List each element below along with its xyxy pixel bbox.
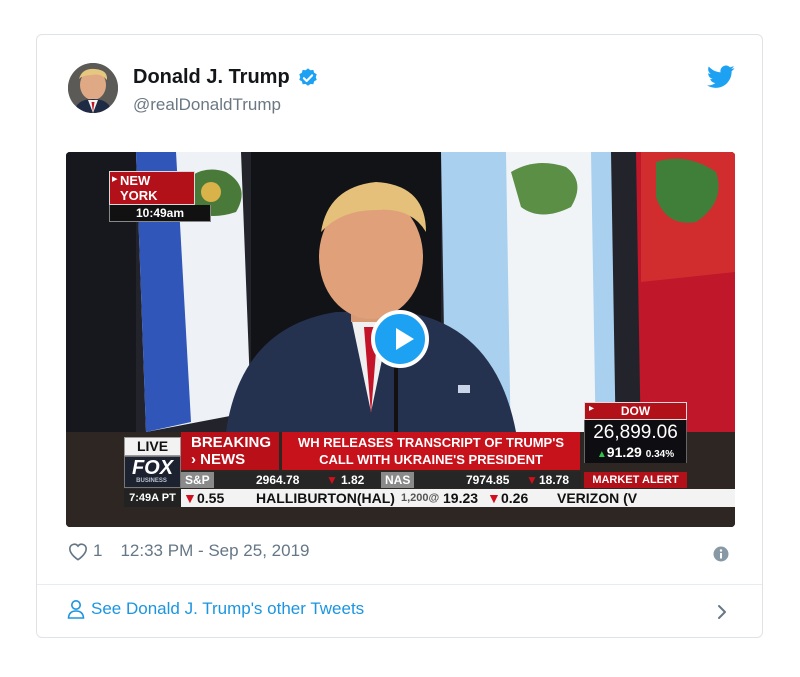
tweet-timestamp[interactable]: 12:33 PM - Sep 25, 2019 [120, 541, 309, 561]
tweet-card: Donald J. Trump @realDonaldTrump ▸ NEW Y… [36, 34, 763, 638]
breaking-news-box: BREAKING › NEWS [181, 432, 279, 470]
stock-qty: 1,200@ [401, 492, 440, 504]
dow-change: 91.29 [606, 444, 642, 460]
breaking-line1: BREAKING [191, 434, 272, 451]
dow-change-pct: 0.34% [645, 449, 675, 460]
stock-change: 0.26 [501, 490, 529, 506]
play-button[interactable] [371, 310, 429, 368]
like-count[interactable]: 1 [93, 541, 102, 561]
nas-value: 7974.85 [466, 473, 510, 487]
nas-change: 18.78 [539, 473, 570, 487]
other-tweets-label[interactable]: See Donald J. Trump's other Tweets [91, 599, 364, 619]
stock-price: 19.23 [443, 490, 479, 506]
location-time: 10:49am [109, 205, 211, 222]
author-name[interactable]: Donald J. Trump [133, 66, 290, 89]
headline-line1: WH RELEASES TRANSCRIPT OF TRUMP'S [298, 435, 564, 450]
lead-down-icon: ▼ [183, 490, 197, 506]
dow-label: DOW [584, 402, 687, 420]
info-icon[interactable] [713, 546, 729, 562]
breaking-line2: › NEWS [191, 451, 246, 468]
sp-value: 2964.78 [256, 473, 300, 487]
stock-down-icon: ▼ [487, 490, 501, 506]
ticker-stocks: ▼ 0.55 HALLIBURTON(HAL) 1,200@ 19.23 ▼ 0… [181, 489, 735, 507]
stock-name: HALLIBURTON(HAL) [256, 490, 395, 506]
headline-box: WH RELEASES TRANSCRIPT OF TRUMP'S CALL W… [282, 432, 580, 470]
author-handle[interactable]: @realDonaldTrump [133, 95, 281, 115]
author-name-row[interactable]: Donald J. Trump [133, 66, 319, 89]
sp-label: S&P [181, 472, 214, 488]
dow-change-row: ▲91.29 0.34% [584, 444, 687, 463]
tweet-meta: 1 12:33 PM - Sep 25, 2019 [67, 541, 310, 561]
location-label: NEW YORK [109, 171, 195, 205]
location-tag: NEW YORK 10:49am [109, 171, 211, 222]
heart-icon[interactable] [67, 541, 89, 561]
sp-change: 1.82 [341, 473, 365, 487]
market-alert-label: MARKET ALERT [584, 472, 687, 488]
divider [37, 584, 762, 585]
sp-down-icon: ▼ [326, 473, 338, 487]
live-label: LIVE [124, 437, 181, 456]
other-tweets-link[interactable]: See Donald J. Trump's other Tweets [67, 599, 364, 619]
nas-label: NAS [381, 472, 415, 488]
video-player[interactable]: NEW YORK 10:49am DOW 26,899.06 ▲91.29 0.… [66, 152, 735, 527]
twitter-bird-icon[interactable] [707, 65, 735, 89]
headline-line2: CALL WITH UKRAINE'S PRESIDENT [319, 452, 543, 467]
person-icon [67, 600, 85, 619]
dow-box: DOW 26,899.06 ▲91.29 0.34% [584, 402, 687, 463]
dow-value: 26,899.06 [584, 420, 687, 444]
nas-down-icon: ▼ [526, 473, 538, 487]
avatar[interactable] [68, 63, 118, 113]
up-arrow-icon: ▲ [596, 449, 607, 460]
lead-change: 0.55 [197, 490, 225, 506]
fox-business-label: BUSINESS [136, 478, 167, 484]
verified-badge-icon [298, 67, 317, 86]
chevron-right-icon[interactable] [715, 602, 729, 622]
ticker-indices: S&P 2964.78 ▼ 1.82 NAS 7974.85 ▼ 18.78 [181, 472, 581, 488]
clock-label: 7:49A PT [124, 489, 181, 507]
next-stock: VERIZON (V [557, 490, 638, 506]
